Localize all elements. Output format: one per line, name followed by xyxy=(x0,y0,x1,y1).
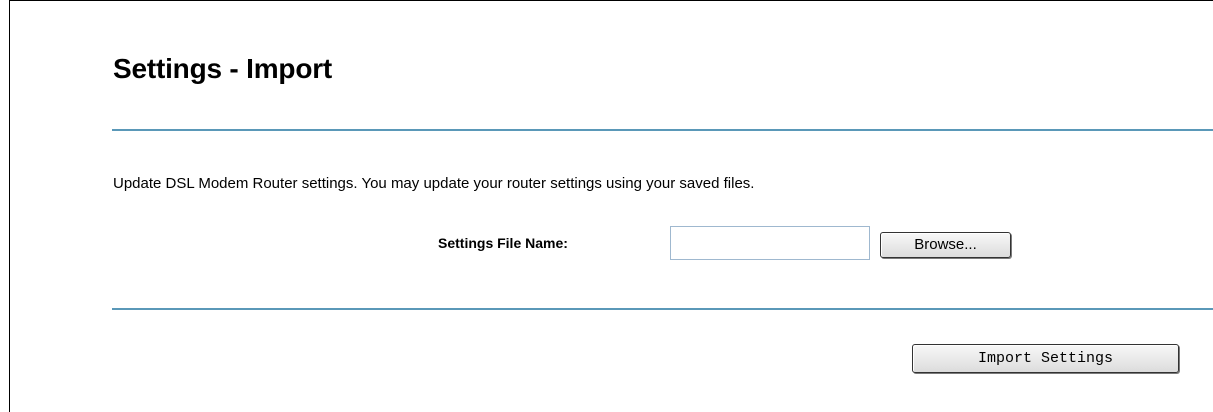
browse-button[interactable]: Browse... xyxy=(880,232,1011,258)
settings-panel: Settings - Import Update DSL Modem Route… xyxy=(9,0,1213,412)
page-description: Update DSL Modem Router settings. You ma… xyxy=(113,175,755,192)
settings-file-name-label: Settings File Name: xyxy=(438,235,568,251)
settings-file-name-input[interactable] xyxy=(670,226,870,260)
bottom-divider xyxy=(112,308,1213,310)
top-divider xyxy=(112,129,1213,131)
import-settings-button[interactable]: Import Settings xyxy=(912,344,1179,373)
page-title: Settings - Import xyxy=(113,53,333,84)
